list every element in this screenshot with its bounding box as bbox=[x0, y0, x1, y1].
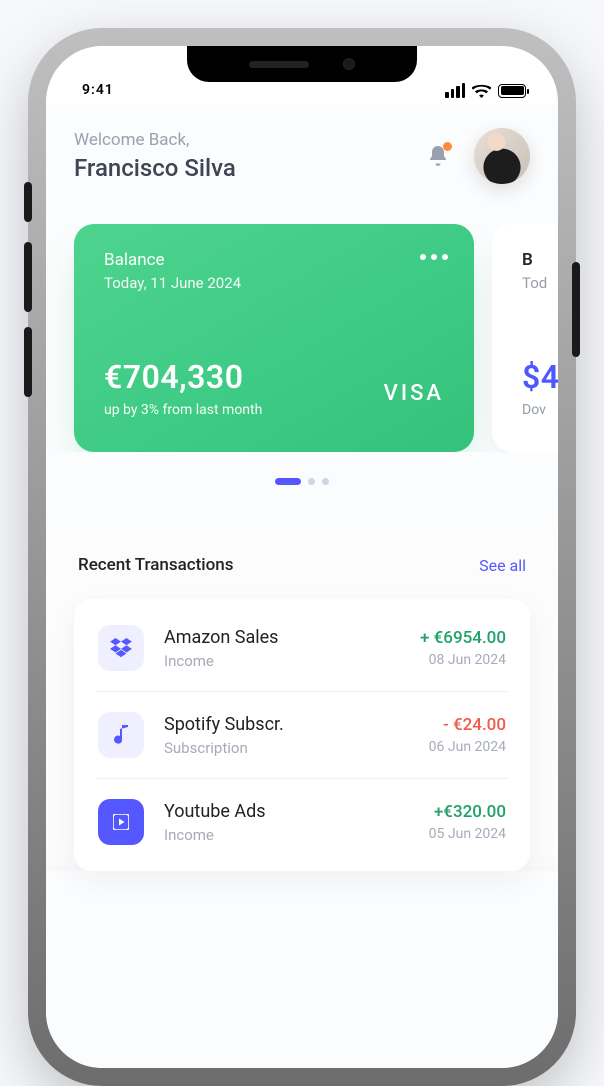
card-subtext: Dov bbox=[522, 402, 558, 418]
balance-card-secondary[interactable]: B Tod $4 Dov bbox=[492, 224, 558, 452]
wifi-icon bbox=[472, 84, 491, 98]
notch bbox=[187, 46, 417, 82]
transaction-amount: + €6954.00 bbox=[420, 628, 506, 648]
avatar[interactable] bbox=[474, 128, 530, 184]
card-label: B bbox=[522, 250, 558, 270]
welcome-text: Welcome Back, bbox=[74, 130, 402, 150]
front-camera bbox=[343, 58, 355, 70]
phone-frame: 9:41 Welcome Back, Francisco Silva bbox=[32, 32, 572, 1082]
user-name: Francisco Silva bbox=[74, 154, 402, 182]
transaction-name: Spotify Subscr. bbox=[164, 714, 409, 735]
power-button bbox=[572, 262, 580, 357]
card-brand: VISA bbox=[384, 381, 444, 406]
transaction-row[interactable]: Spotify Subscr. Subscription - €24.00 06… bbox=[96, 692, 508, 779]
transactions-list: Amazon Sales Income + €6954.00 08 Jun 20… bbox=[74, 599, 530, 871]
cellular-signal-icon bbox=[445, 83, 465, 98]
transaction-row[interactable]: Youtube Ads Income +€320.00 05 Jun 2024 bbox=[96, 779, 508, 865]
see-all-link[interactable]: See all bbox=[479, 556, 526, 575]
transaction-date: 05 Jun 2024 bbox=[429, 826, 506, 842]
transaction-amount: +€320.00 bbox=[429, 802, 506, 822]
transaction-category: Income bbox=[164, 652, 400, 670]
card-label: Balance bbox=[104, 250, 444, 270]
balance-cards[interactable]: Balance Today, 11 June 2024 €704,330 up … bbox=[46, 224, 558, 452]
play-icon bbox=[98, 799, 144, 845]
screen: 9:41 Welcome Back, Francisco Silva bbox=[46, 46, 558, 1068]
transaction-category: Income bbox=[164, 826, 409, 844]
dropbox-icon bbox=[98, 625, 144, 671]
card-pager[interactable] bbox=[46, 478, 558, 485]
card-date: Today, 11 June 2024 bbox=[104, 274, 444, 292]
transaction-name: Youtube Ads bbox=[164, 801, 409, 822]
notification-dot-icon bbox=[443, 142, 452, 151]
balance-card-primary[interactable]: Balance Today, 11 June 2024 €704,330 up … bbox=[74, 224, 474, 452]
transactions-title: Recent Transactions bbox=[78, 555, 233, 575]
pager-dot[interactable] bbox=[308, 478, 315, 485]
transaction-row[interactable]: Amazon Sales Income + €6954.00 08 Jun 20… bbox=[96, 605, 508, 692]
speaker bbox=[249, 61, 309, 68]
side-button bbox=[24, 182, 32, 222]
transaction-amount: - €24.00 bbox=[429, 715, 506, 735]
battery-icon bbox=[498, 84, 526, 98]
volume-up-button bbox=[24, 242, 32, 312]
status-time: 9:41 bbox=[82, 82, 114, 98]
transaction-name: Amazon Sales bbox=[164, 627, 400, 648]
card-date: Tod bbox=[522, 274, 558, 292]
pager-dot-active[interactable] bbox=[275, 478, 301, 485]
card-amount: $4 bbox=[522, 358, 558, 396]
transaction-date: 08 Jun 2024 bbox=[420, 652, 506, 668]
pager-dot[interactable] bbox=[322, 478, 329, 485]
transaction-category: Subscription bbox=[164, 739, 409, 757]
notifications-button[interactable] bbox=[416, 134, 460, 178]
transaction-date: 06 Jun 2024 bbox=[429, 739, 506, 755]
music-note-icon bbox=[98, 712, 144, 758]
volume-down-button bbox=[24, 327, 32, 397]
